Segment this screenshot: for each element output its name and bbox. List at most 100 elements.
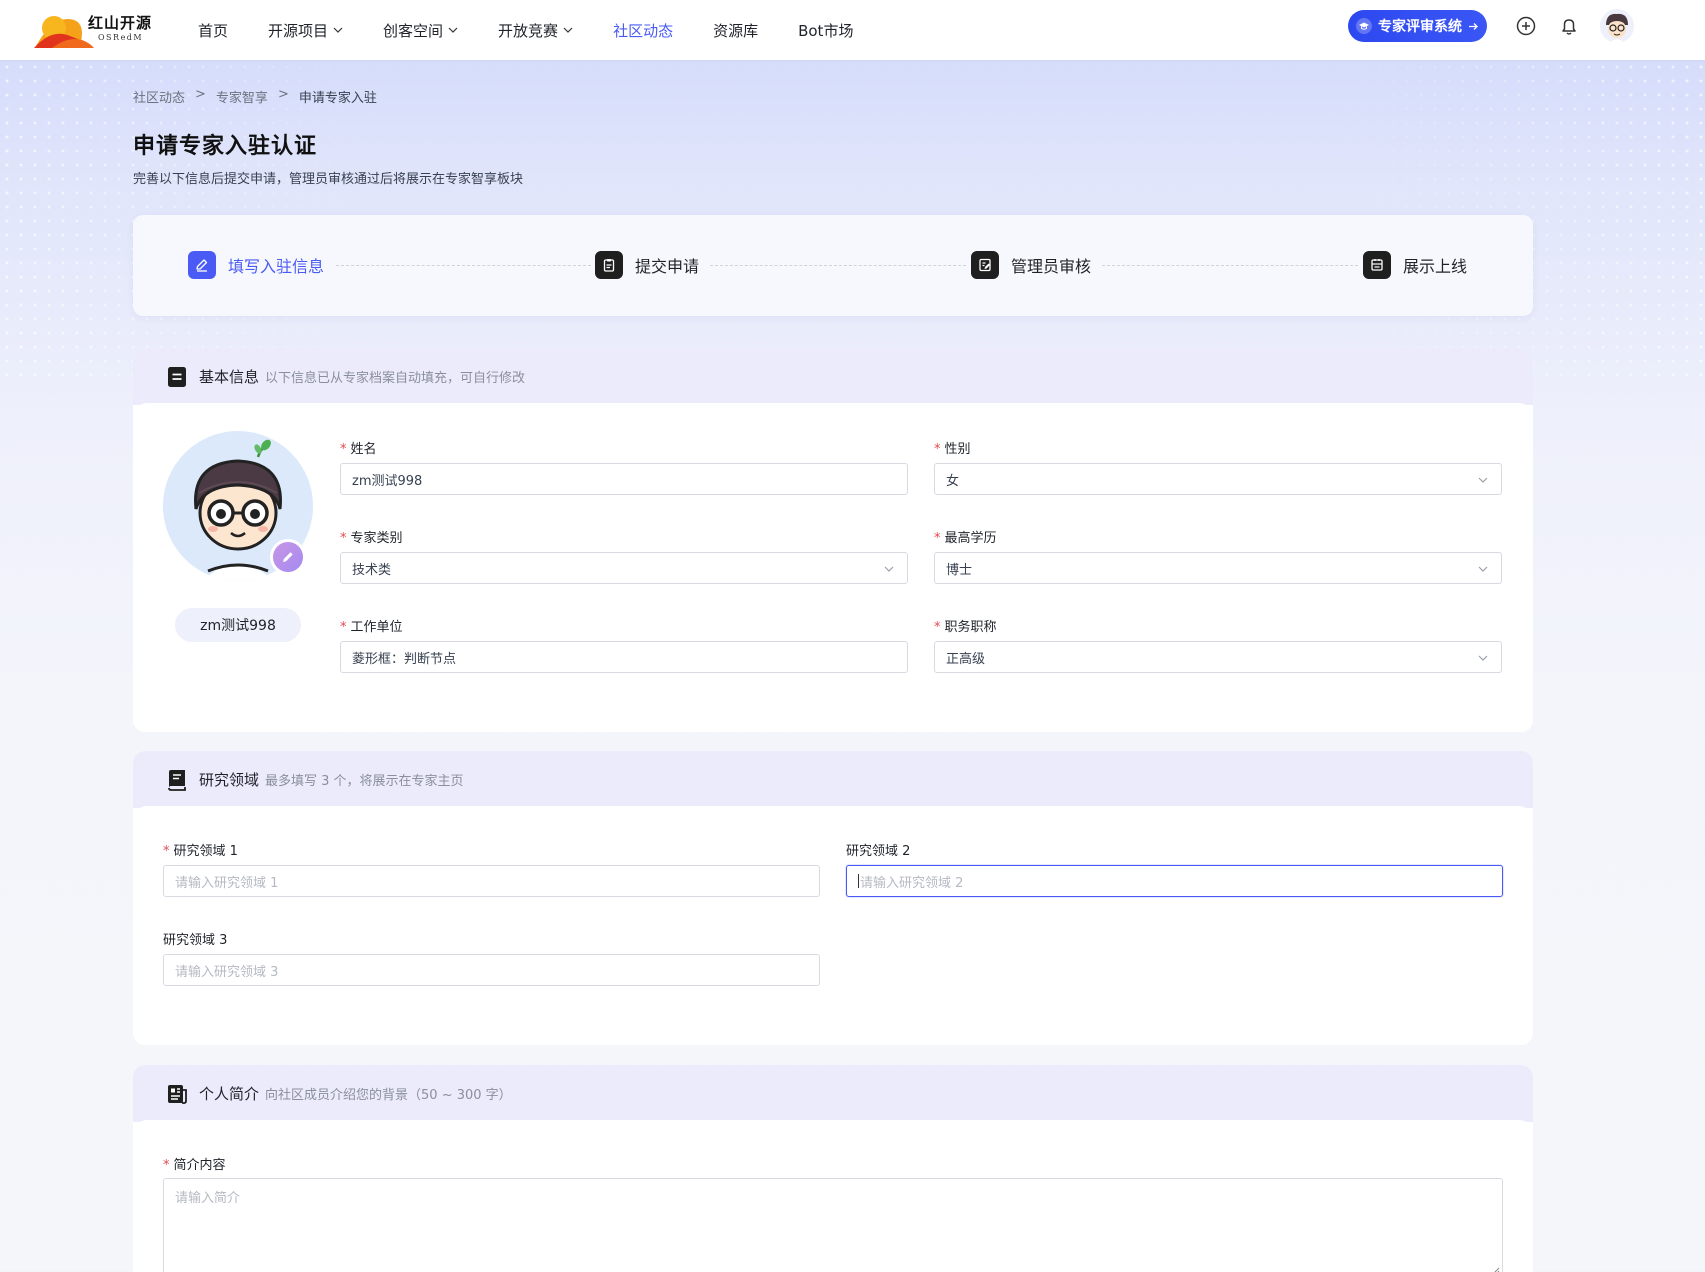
chevron-down-icon: [1478, 655, 1488, 661]
bio-content-label-text: 简介内容: [173, 1158, 226, 1173]
chevron-down-icon: [333, 27, 343, 33]
section-description: 向社区成员介绍您的背景（50 ~ 300 字）: [265, 1088, 512, 1103]
nav-label: 开放竞赛: [498, 21, 559, 40]
section-header: 基本信息 以下信息已从专家档案自动填充，可自行修改: [133, 348, 1533, 405]
required-mark: *: [934, 531, 941, 546]
expert-type-value: 技术类: [352, 562, 392, 578]
section-body: zm测试998 * 姓名 zm测试998 * 性别 女 * 专家类别 技术类 * 最高学…: [133, 403, 1533, 732]
nav-item-open-source-projects[interactable]: 开源项目: [268, 20, 343, 41]
job-title-label: * 职务职称: [934, 616, 997, 635]
bio-textarea[interactable]: 请输入简介: [163, 1178, 1503, 1272]
breadcrumb-separator: >: [277, 87, 289, 102]
step-admin-review: 管理员审核: [971, 251, 1091, 279]
nav-label: 资源库: [713, 21, 759, 40]
step-label: 展示上线: [1403, 257, 1468, 276]
avatar-name: zm测试998: [175, 608, 301, 642]
expert-type-select[interactable]: 技术类: [340, 552, 908, 584]
nav-item-home[interactable]: 首页: [198, 20, 228, 41]
name-label-text: 姓名: [350, 442, 377, 457]
progress-steps: 填写入驻信息 提交申请 管理员审核 展示上线: [133, 215, 1533, 316]
nav-item-resource-library[interactable]: 资源库: [713, 20, 758, 41]
publish-icon: [1363, 251, 1391, 279]
research-area-1-input[interactable]: 请输入研究领域 1: [163, 865, 820, 897]
text-cursor: [858, 874, 859, 888]
required-mark: *: [340, 531, 347, 546]
section-title: 个人简介: [199, 1085, 260, 1103]
employer-label: * 工作单位: [340, 616, 403, 635]
required-mark: *: [163, 1158, 170, 1173]
expert-review-system-button[interactable]: 专家评审系统: [1348, 10, 1487, 42]
nav-item-maker-space[interactable]: 创客空间: [383, 20, 458, 41]
research-area-1-label: * 研究领域 1: [163, 840, 238, 859]
name-label: * 姓名: [340, 438, 377, 457]
nav-item-open-competitions[interactable]: 开放竞赛: [498, 20, 573, 41]
research-area-3-input[interactable]: 请输入研究领域 3: [163, 954, 820, 986]
breadcrumb-expert-sharing[interactable]: 专家智享: [216, 87, 268, 106]
section-title: 基本信息: [199, 368, 260, 386]
research-area-1-placeholder: 请输入研究领域 1: [175, 875, 279, 891]
required-mark: *: [340, 442, 347, 457]
research-section: 研究领域 最多填写 3 个，将展示在专家主页 * 研究领域 1 请输入研究领域 1…: [133, 751, 1533, 1045]
nav-label: 首页: [198, 21, 229, 40]
arrow-right-icon: [1469, 22, 1478, 30]
education-value: 博士: [946, 562, 973, 578]
step-connector: [1102, 265, 1358, 266]
breadcrumb: 社区动态 > 专家智享 > 申请专家入驻: [133, 87, 377, 106]
step-fill-info: 填写入驻信息: [188, 251, 324, 279]
breadcrumb-current: 申请专家入驻: [298, 91, 377, 106]
section-header: 个人简介 向社区成员介绍您的背景（50 ~ 300 字）: [133, 1065, 1533, 1122]
bio-placeholder: 请输入简介: [175, 1191, 241, 1206]
user-avatar[interactable]: [1600, 9, 1634, 43]
required-mark: *: [163, 844, 170, 859]
name-field[interactable]: zm测试998: [340, 463, 908, 495]
employer-value: 菱形框：判断节点: [352, 651, 457, 667]
book-icon: [168, 769, 186, 791]
required-mark: *: [340, 620, 347, 635]
employer-label-text: 工作单位: [350, 620, 403, 635]
basic-info-section: 基本信息 以下信息已从专家档案自动填充，可自行修改 zm测试998 * 姓名 z…: [133, 348, 1533, 732]
gender-label-text: 性别: [944, 442, 971, 457]
research-area-1-label-text: 研究领域 1: [173, 844, 238, 859]
newspaper-icon: [168, 1084, 187, 1104]
required-mark: *: [934, 620, 941, 635]
job-title-label-text: 职务职称: [944, 620, 997, 635]
step-label: 管理员审核: [1011, 257, 1092, 276]
page-title: 申请专家入驻认证: [133, 134, 318, 159]
resize-handle-icon[interactable]: [1492, 1267, 1500, 1272]
section-title: 研究领域: [199, 771, 260, 789]
nav-label: Bot市场: [798, 21, 854, 40]
education-select[interactable]: 博士: [934, 552, 1502, 584]
bell-icon[interactable]: [1558, 15, 1580, 37]
add-circle-icon[interactable]: [1515, 15, 1537, 37]
section-header: 研究领域 最多填写 3 个，将展示在专家主页: [133, 751, 1533, 808]
expert-type-label-text: 专家类别: [350, 531, 403, 546]
chevron-down-icon: [563, 27, 573, 33]
breadcrumb-community-news[interactable]: 社区动态: [133, 87, 185, 106]
section-body: * 简介内容 请输入简介: [133, 1120, 1533, 1272]
nav-item-community-news[interactable]: 社区动态: [613, 20, 673, 41]
research-area-2-label-text: 研究领域 2: [846, 844, 911, 859]
research-area-3-label: 研究领域 3: [163, 929, 227, 948]
main-nav: 首页 开源项目 创客空间 开放竞赛 社区动态 资源库 Bot市场: [198, 0, 893, 60]
nav-label: 开源项目: [268, 21, 329, 40]
logo-en: OSRedM: [98, 33, 144, 42]
logo-text[interactable]: 红山开源 OSRedM: [88, 12, 152, 42]
breadcrumb-separator: >: [195, 87, 206, 102]
job-title-select[interactable]: 正高级: [934, 641, 1502, 673]
research-area-3-label-text: 研究领域 3: [163, 933, 228, 948]
page-subtitle: 完善以下信息后提交申请，管理员审核通过后将展示在专家智享板块: [133, 172, 524, 187]
research-area-2-input[interactable]: 请输入研究领域 2: [846, 865, 1503, 897]
gender-value: 女: [946, 473, 960, 489]
step-label: 提交申请: [635, 257, 700, 276]
required-mark: *: [934, 442, 941, 457]
job-title-value: 正高级: [946, 651, 986, 667]
review-icon: [971, 251, 999, 279]
gender-select[interactable]: 女: [934, 463, 1502, 495]
employer-field[interactable]: 菱形框：判断节点: [340, 641, 908, 673]
edit-avatar-button[interactable]: [270, 539, 306, 575]
top-navigation-bar: 红山开源 OSRedM 首页 开源项目 创客空间 开放竞赛 社区动态 资源库 B…: [0, 0, 1705, 60]
section-body: * 研究领域 1 请输入研究领域 1 研究领域 2 请输入研究领域 2 研究领域 …: [133, 806, 1533, 1045]
education-label-text: 最高学历: [944, 531, 997, 546]
nav-item-bot-market[interactable]: Bot市场: [798, 20, 853, 41]
document-icon: [168, 366, 186, 387]
